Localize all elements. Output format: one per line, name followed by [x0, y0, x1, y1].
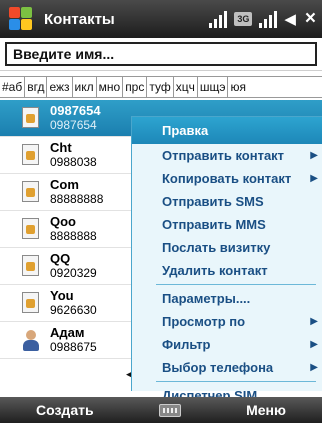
contact-name: Com	[50, 177, 79, 192]
create-button[interactable]: Создать	[36, 402, 94, 418]
signal-strength-icon-2[interactable]	[257, 8, 279, 30]
menu-button[interactable]: Меню	[246, 402, 286, 418]
windows-start-icon[interactable]	[6, 4, 36, 34]
contact-number: 8888888	[50, 229, 97, 243]
search-area: Введите имя...	[0, 38, 322, 71]
alpha-tab[interactable]: хцч	[174, 77, 198, 97]
alpha-tab[interactable]: икл	[73, 77, 97, 97]
contact-card-icon	[22, 144, 40, 166]
submenu-arrow-icon: ▶	[310, 316, 318, 327]
menu-item-send-vcard[interactable]: Послать визитку	[132, 236, 322, 259]
title-bar: Контакты 3G ◀ ×	[0, 0, 322, 38]
search-input[interactable]: Введите имя...	[5, 42, 317, 66]
alphabet-bar: #аб вгд ежз икл мно прс туф хцч шщэ юя	[0, 76, 322, 98]
menu-item-label: Копировать контакт	[162, 171, 292, 186]
submenu-arrow-icon: ▶	[310, 150, 318, 161]
menu-item-copy-contact[interactable]: Копировать контакт ▶	[132, 167, 322, 190]
contact-name: Cht	[50, 140, 72, 155]
contact-name: Адам	[50, 325, 85, 340]
menu-item-label: Просмотр по	[162, 314, 246, 329]
volume-icon[interactable]: ◀	[284, 10, 296, 28]
menu-item-label: Выбор телефона	[162, 360, 274, 375]
contact-name: You	[50, 288, 74, 303]
alpha-tab[interactable]: прс	[123, 77, 148, 97]
softkey-bar: Создать Меню	[0, 397, 322, 423]
alpha-tab[interactable]: юя	[228, 77, 248, 97]
page-title: Контакты	[44, 10, 115, 28]
contact-card-icon	[22, 292, 40, 314]
menu-item-view-by[interactable]: Просмотр по ▶	[132, 310, 322, 333]
person-icon	[22, 329, 40, 351]
alpha-tab[interactable]: туф	[147, 77, 174, 97]
menu-item-options[interactable]: Параметры....	[132, 287, 322, 310]
contact-number: 0988038	[50, 155, 97, 169]
submenu-arrow-icon: ▶	[310, 173, 318, 184]
submenu-arrow-icon: ▶	[310, 362, 318, 373]
network-3g-icon[interactable]: 3G	[234, 12, 253, 26]
menu-item-edit[interactable]: Правка	[132, 117, 322, 144]
contact-name: QQ	[50, 251, 71, 266]
contact-number: 88888888	[50, 192, 104, 206]
alpha-tab[interactable]: #аб	[0, 77, 26, 97]
close-icon[interactable]: ×	[305, 8, 316, 30]
contact-number: 0988675	[50, 340, 97, 354]
menu-item-label: Фильтр	[162, 337, 211, 352]
contact-number: 9626630	[50, 303, 97, 317]
status-icons: 3G ◀ ×	[207, 8, 316, 30]
contact-name: Qoo	[50, 214, 76, 229]
menu-item-send-mms[interactable]: Отправить MMS	[132, 213, 322, 236]
signal-strength-icon[interactable]	[207, 8, 229, 30]
menu-divider	[156, 284, 316, 285]
contact-name: 0987654	[50, 103, 101, 118]
menu-item-send-sms[interactable]: Отправить SMS	[132, 190, 322, 213]
menu-item-filter[interactable]: Фильтр ▶	[132, 333, 322, 356]
alpha-tab[interactable]: вгд	[25, 77, 48, 97]
menu-item-label: Отправить контакт	[162, 148, 285, 163]
menu-divider	[156, 381, 316, 382]
menu-item-send-contact[interactable]: Отправить контакт ▶	[132, 144, 322, 167]
contact-card-icon	[22, 218, 40, 240]
contact-card-icon	[22, 255, 40, 277]
submenu-arrow-icon: ▶	[310, 339, 318, 350]
menu-item-choose-phone[interactable]: Выбор телефона ▶	[132, 356, 322, 379]
context-menu: Правка Отправить контакт ▶ Копировать кон…	[131, 116, 322, 403]
contact-card-icon	[22, 107, 40, 129]
alpha-tab[interactable]: мно	[97, 77, 124, 97]
alpha-tab[interactable]: ежз	[47, 77, 73, 97]
keyboard-icon[interactable]	[158, 403, 181, 417]
alpha-tab[interactable]: шщэ	[198, 77, 229, 97]
contact-number: 0987654	[50, 118, 97, 132]
contact-number: 0920329	[50, 266, 97, 280]
contact-card-icon	[22, 181, 40, 203]
menu-item-delete-contact[interactable]: Удалить контакт	[132, 259, 322, 282]
